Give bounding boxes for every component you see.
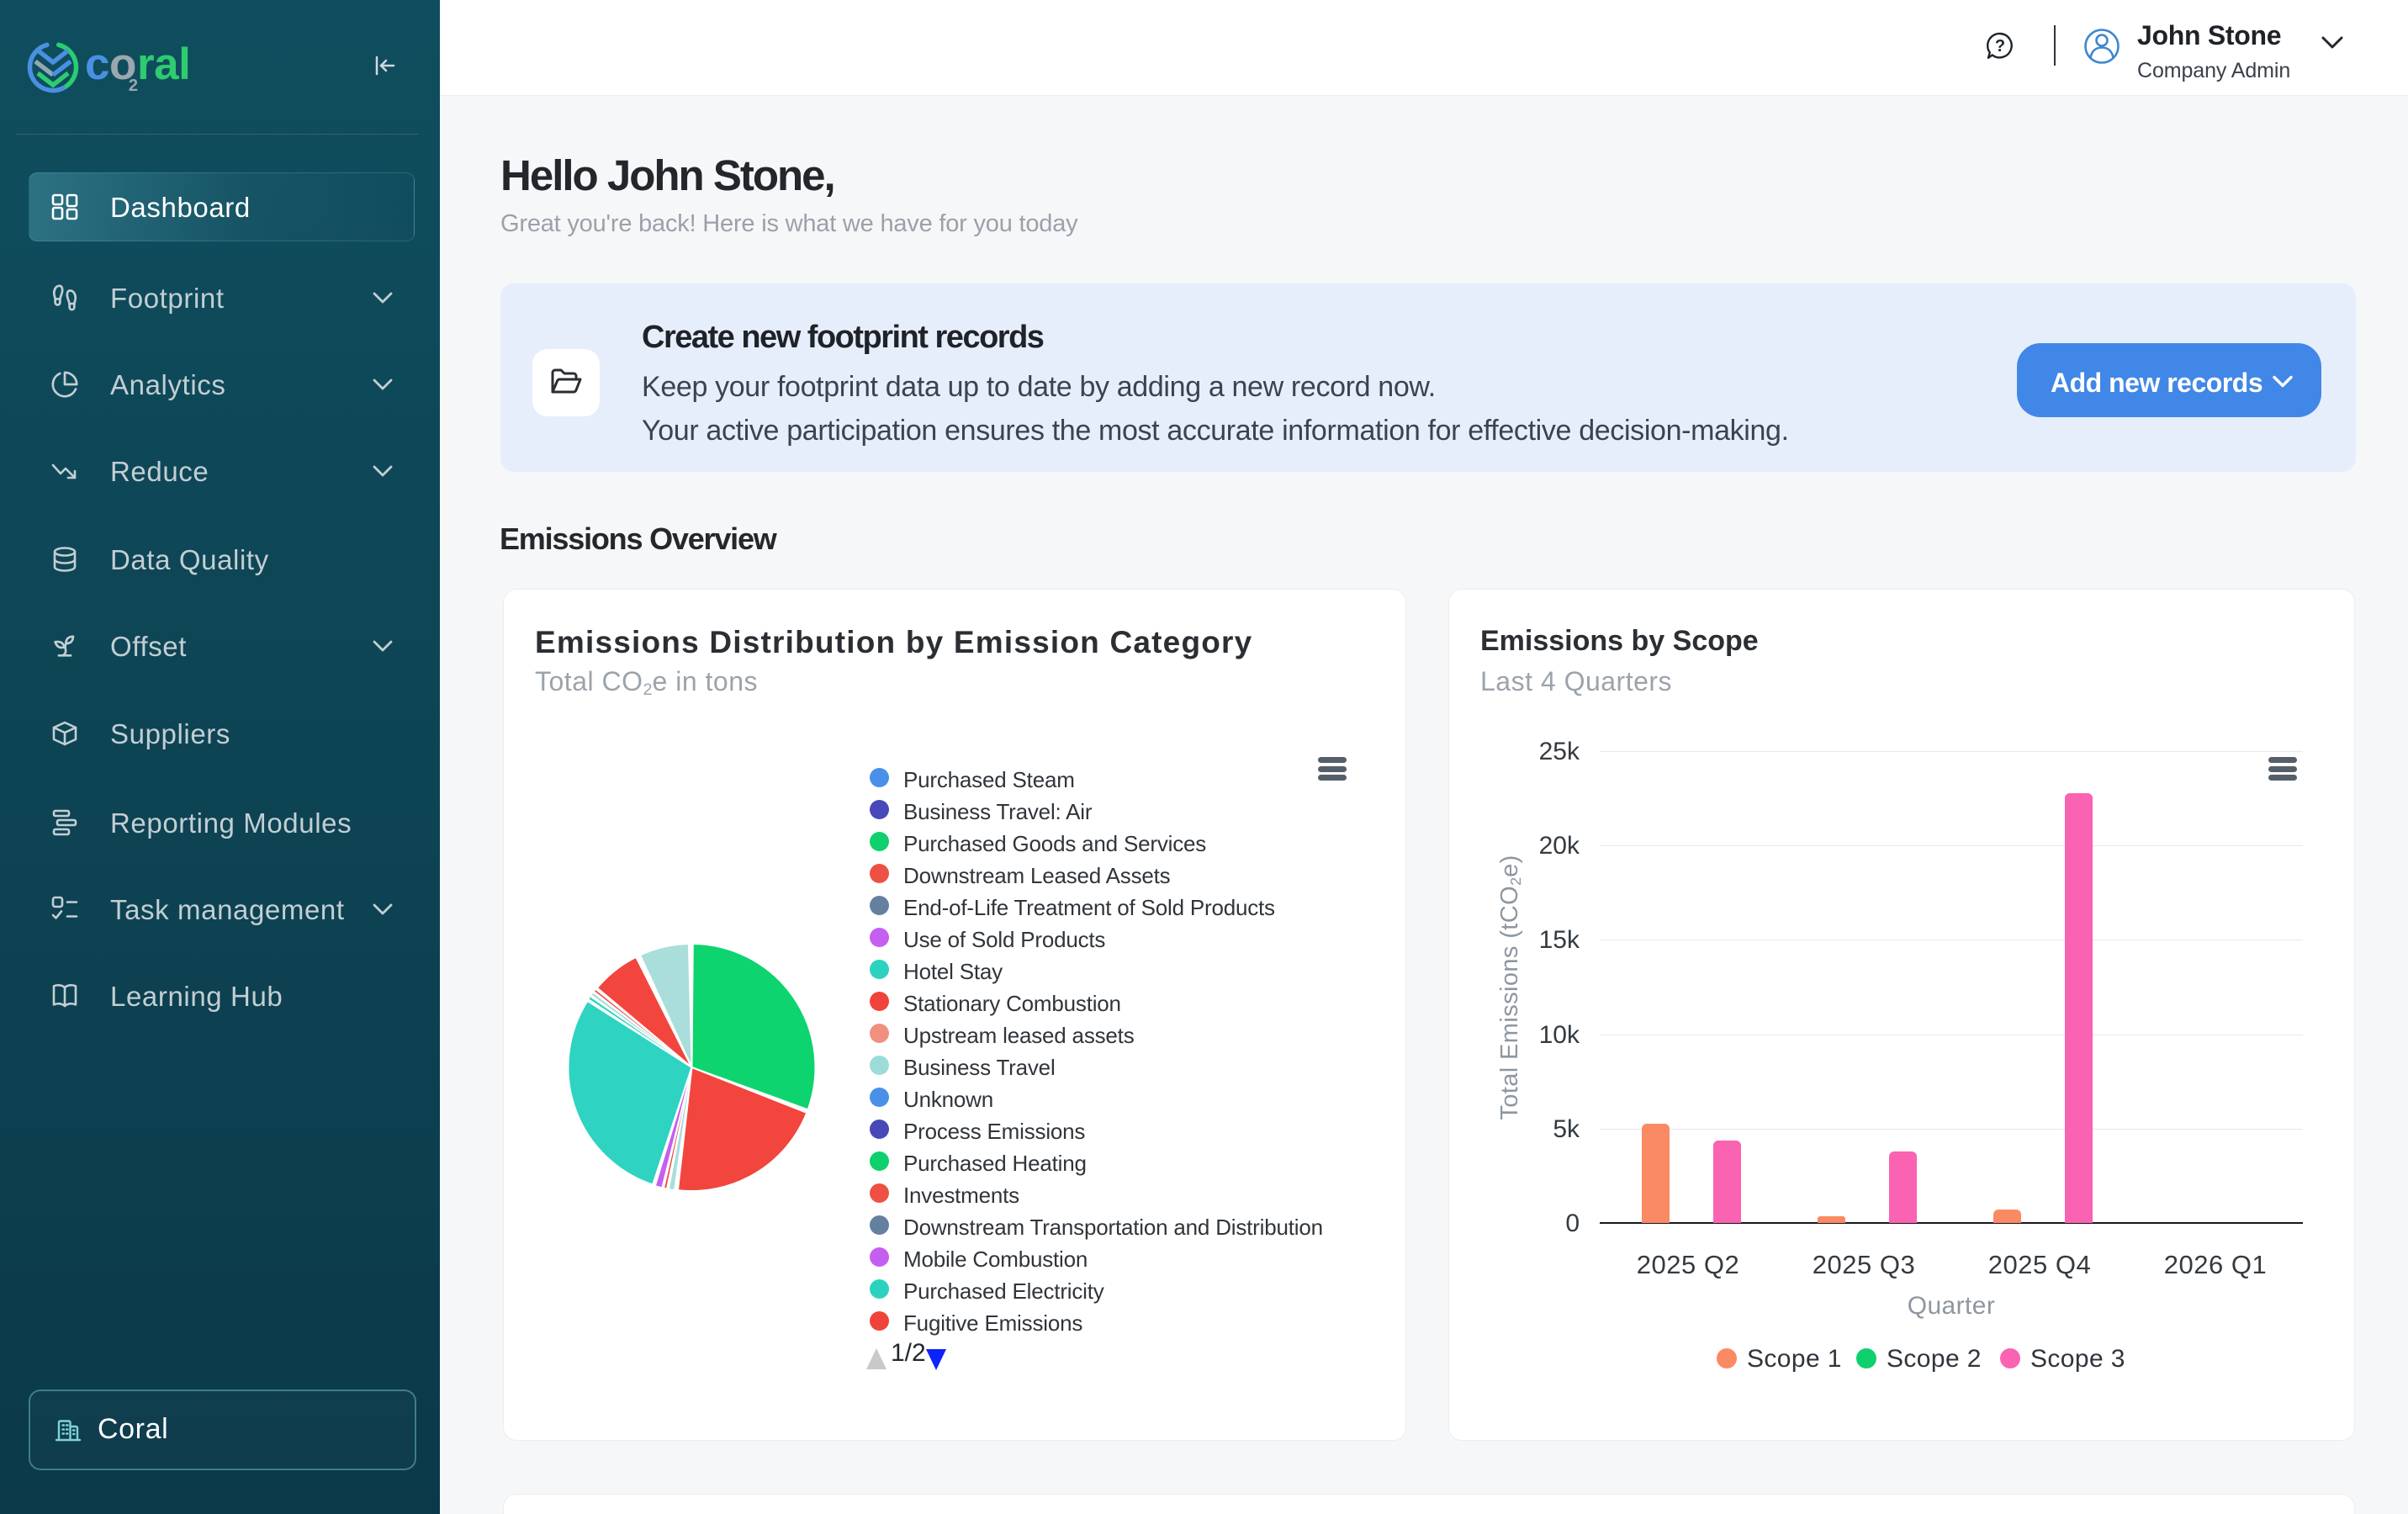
svg-text:?: ? <box>1995 37 2005 56</box>
